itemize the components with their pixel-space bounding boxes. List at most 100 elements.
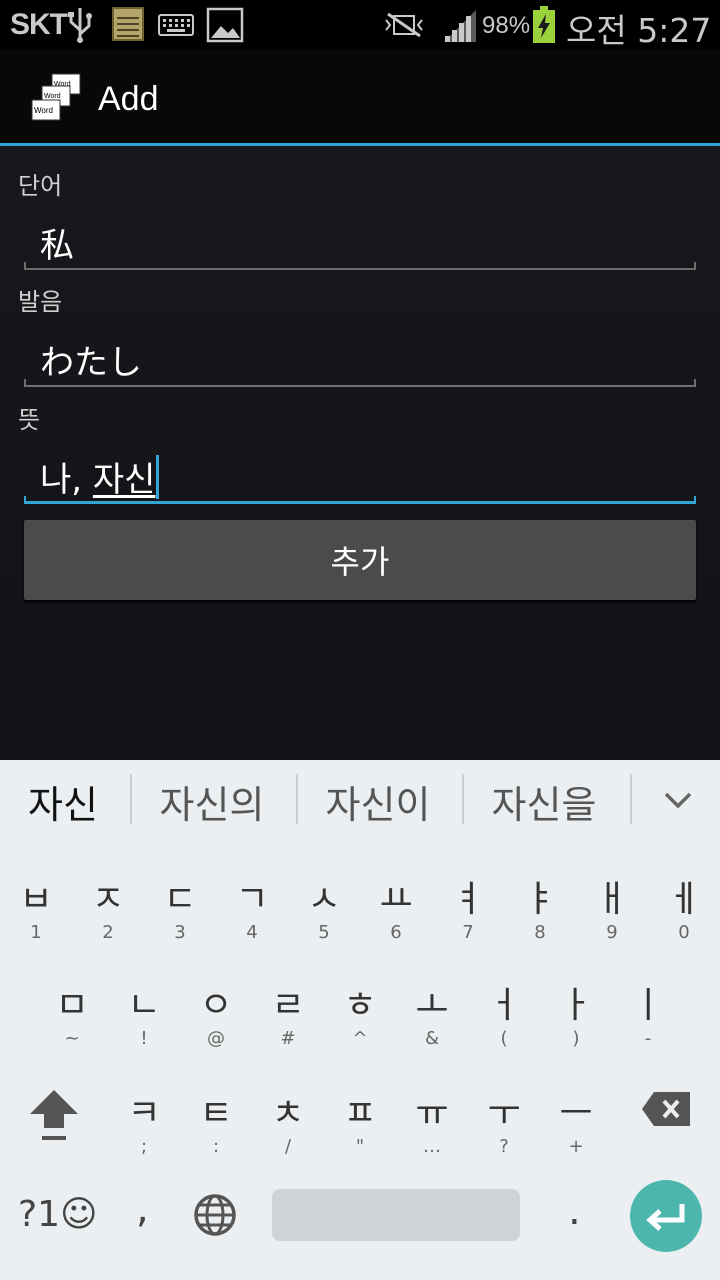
key-letter: ㅡ [559, 1093, 593, 1134]
key-row2-6[interactable]: ㅓ( [468, 960, 540, 1060]
key-symbol: - [644, 1028, 652, 1049]
meaning-committed-text: 나, [40, 460, 93, 500]
key-symbol: 7 [462, 922, 474, 943]
battery-charging-icon [532, 6, 556, 48]
space-key[interactable] [272, 1189, 520, 1241]
word-field-underline [24, 262, 696, 270]
suggestion-divider [462, 774, 464, 824]
key-symbol: ! [140, 1028, 148, 1049]
key-row3-5[interactable]: ㅜ? [468, 1068, 540, 1168]
mute-icon [384, 10, 424, 44]
word-field[interactable]: 私 [24, 210, 696, 270]
key-symbol: ? [499, 1136, 509, 1157]
suggestion-item[interactable]: 자신 [0, 774, 138, 829]
word-cards-icon[interactable]: Word Word Word [30, 72, 82, 124]
key-row2-3[interactable]: ㄹ # [252, 960, 324, 1060]
add-button[interactable]: 추가 [24, 520, 696, 600]
word-field-value: 私 [40, 226, 74, 266]
key-row2-5[interactable]: ㅗ & [396, 960, 468, 1060]
comma-key[interactable]: , [136, 1186, 149, 1232]
key-row2-8[interactable]: ㅣ- [612, 960, 684, 1060]
pronunciation-label: 발음 [18, 288, 63, 316]
key-row2-4[interactable]: ㅎ ^ [324, 960, 396, 1060]
enter-key[interactable] [630, 1180, 702, 1252]
suggestion-item[interactable]: 자신을 [469, 774, 619, 829]
key-symbol: & [424, 1028, 440, 1049]
key-letter: ㅑ [523, 879, 557, 920]
key-row1-2[interactable]: ㄷ3 [144, 854, 216, 954]
key-row3-0[interactable]: ㅋ; [108, 1068, 180, 1168]
meaning-field-underline [24, 496, 696, 504]
key-letter: ㅣ [631, 985, 665, 1026]
suggestion-divider [630, 774, 632, 824]
symbols-key[interactable]: ?1☺ [18, 1194, 98, 1235]
key-letter: ㄷ [163, 879, 197, 920]
key-symbol: 6 [390, 922, 402, 943]
suggestion-strip: 자신 자신의 자신이 자신을 [0, 760, 720, 838]
pronunciation-field-underline [24, 379, 696, 387]
key-symbol: ( [500, 1028, 508, 1049]
key-letter: ㄴ [127, 985, 161, 1026]
key-row1-5[interactable]: ㅛ6 [360, 854, 432, 954]
key-symbol: 8 [534, 922, 546, 943]
page-title: Add [98, 80, 159, 118]
key-row2-1[interactable]: ㄴ! [108, 960, 180, 1060]
key-row1-6[interactable]: ㅕ7 [432, 854, 504, 954]
key-symbol: " [355, 1136, 365, 1157]
key-letter: ㄱ [235, 879, 269, 920]
key-row1-8[interactable]: ㅐ9 [576, 854, 648, 954]
key-row3-3[interactable]: ㅍ " [324, 1068, 396, 1168]
key-row3-4[interactable]: ㅠ… [396, 1068, 468, 1168]
meaning-field[interactable]: 나, 자신 [24, 444, 696, 504]
period-key[interactable]: . [568, 1188, 581, 1234]
key-letter: ㅐ [595, 879, 629, 920]
key-row3-1[interactable]: ㅌ: [180, 1068, 252, 1168]
key-symbol: ; [140, 1136, 148, 1157]
key-letter: ㅔ [667, 879, 701, 920]
action-bar: Word Word Word Add [0, 50, 720, 146]
suggestion-divider [296, 774, 298, 824]
key-row1-3[interactable]: ㄱ4 [216, 854, 288, 954]
meaning-label: 뜻 [18, 406, 41, 434]
key-letter: ㅊ [271, 1093, 305, 1134]
add-word-form: 단어 私 발음 わたし 뜻 나, 자신 추가 [0, 146, 720, 760]
key-symbol: 1 [30, 922, 42, 943]
app-icon-word-3: Word [34, 106, 53, 115]
key-row2-7[interactable]: ㅏ) [540, 960, 612, 1060]
suggestion-item[interactable]: 자신이 [303, 774, 453, 829]
key-symbol: 0 [678, 922, 690, 943]
key-letter: ㅕ [451, 879, 485, 920]
globe-icon[interactable] [192, 1192, 238, 1242]
key-row2-2[interactable]: ㅇ @ [180, 960, 252, 1060]
key-row1-0[interactable]: ㅂ1 [0, 854, 72, 954]
key-row1-4[interactable]: ㅅ5 [288, 854, 360, 954]
key-letter: ㅏ [559, 985, 593, 1026]
text-cursor [156, 455, 160, 499]
key-row1-9[interactable]: ㅔ0 [648, 854, 720, 954]
chevron-down-icon[interactable] [654, 772, 702, 826]
pronunciation-field[interactable]: わたし [24, 327, 696, 387]
key-symbol: … [423, 1136, 441, 1157]
key-letter: ㅁ [55, 985, 89, 1026]
key-letter: ㅇ [199, 985, 233, 1026]
key-symbol: / [284, 1136, 292, 1157]
backspace-key[interactable] [640, 1090, 692, 1132]
signal-icon [442, 8, 478, 46]
key-row1-7[interactable]: ㅑ8 [504, 854, 576, 954]
image-icon [206, 6, 244, 48]
key-letter: ㅛ [379, 879, 413, 920]
word-label: 단어 [18, 172, 63, 200]
key-row3-6[interactable]: ㅡ + [540, 1068, 612, 1168]
key-row1-1[interactable]: ㅈ2 [72, 854, 144, 954]
key-symbol: 5 [318, 922, 330, 943]
key-symbol: 3 [174, 922, 186, 943]
suggestion-item[interactable]: 자신의 [137, 774, 287, 829]
notes-icon [112, 6, 144, 46]
key-row2-0[interactable]: ㅁ ~ [36, 960, 108, 1060]
key-letter: ㅍ [343, 1093, 377, 1134]
shift-key[interactable] [22, 1086, 86, 1150]
key-symbol: 4 [246, 922, 258, 943]
meaning-field-value: 나, 자신 [40, 452, 160, 501]
key-letter: ㅋ [127, 1093, 161, 1134]
key-row3-2[interactable]: ㅊ / [252, 1068, 324, 1168]
